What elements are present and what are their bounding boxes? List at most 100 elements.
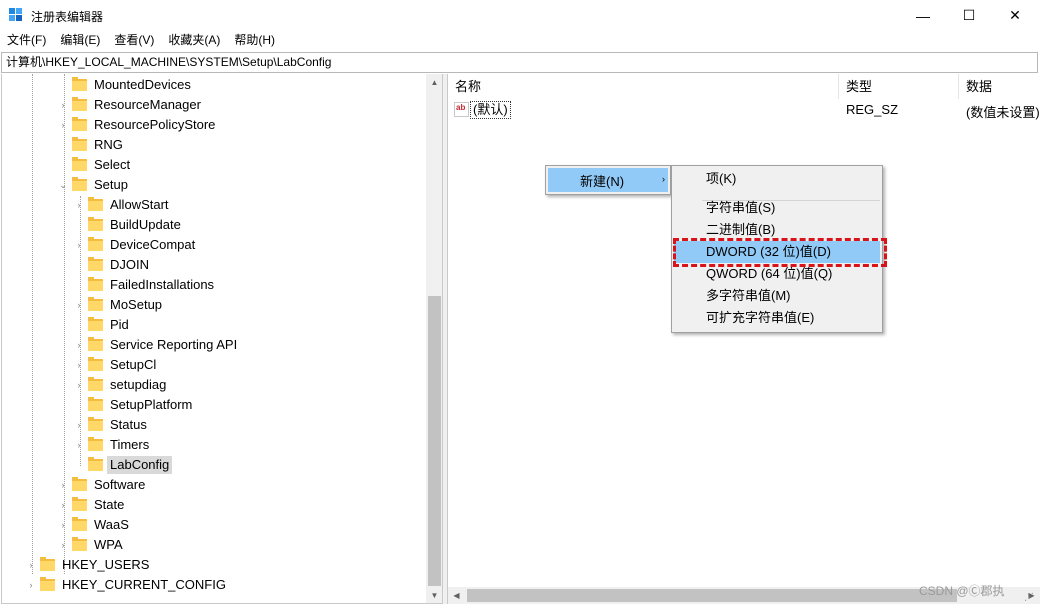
resize-grip-icon[interactable]: ⋰ bbox=[1024, 592, 1034, 603]
tree-item[interactable]: › ResourcePolicyStore bbox=[56, 115, 218, 135]
expand-chevron-icon[interactable]: › bbox=[72, 200, 86, 210]
tree-item[interactable]: Pid bbox=[72, 315, 132, 335]
scrollbar-thumb[interactable] bbox=[467, 589, 957, 602]
tree-item[interactable]: BuildUpdate bbox=[72, 215, 184, 235]
tree-item-label: WPA bbox=[94, 537, 123, 552]
menu-file[interactable]: 文件(F) bbox=[0, 31, 53, 52]
expand-chevron-icon[interactable]: › bbox=[72, 300, 86, 310]
tree-item[interactable]: › SetupCl bbox=[72, 355, 159, 375]
list-header: 名称 类型 数据 bbox=[448, 74, 1040, 99]
tree-item[interactable]: › Status bbox=[72, 415, 150, 435]
folder-icon bbox=[40, 557, 55, 571]
expand-chevron-icon[interactable]: › bbox=[56, 100, 70, 110]
expand-chevron-icon[interactable]: › bbox=[56, 500, 70, 510]
submenu-item-key[interactable]: 项(K) bbox=[674, 168, 880, 190]
collapse-chevron-icon[interactable]: ⌄ bbox=[56, 180, 70, 191]
tree-item[interactable]: › WPA bbox=[56, 535, 126, 555]
folder-icon bbox=[88, 297, 103, 311]
expand-chevron-icon[interactable]: › bbox=[56, 520, 70, 530]
tree-item[interactable]: DJOIN bbox=[72, 255, 152, 275]
values-list: 名称 类型 数据 ab (默认) REG_SZ (数值未设置) ◀ ▶ bbox=[447, 74, 1040, 604]
expand-chevron-icon[interactable]: › bbox=[72, 360, 86, 370]
tree-item[interactable]: › State bbox=[56, 495, 127, 515]
close-button[interactable]: ✕ bbox=[992, 0, 1038, 31]
tree-item-label: ResourceManager bbox=[94, 97, 201, 112]
scroll-down-arrow-icon[interactable]: ▼ bbox=[426, 587, 442, 603]
tree-vertical-scrollbar[interactable]: ▲ ▼ bbox=[426, 74, 442, 603]
tree-item[interactable]: › Service Reporting API bbox=[72, 335, 240, 355]
expand-chevron-icon[interactable]: › bbox=[72, 240, 86, 250]
folder-icon bbox=[72, 537, 87, 551]
menu-help[interactable]: 帮助(H) bbox=[227, 31, 282, 52]
submenu-item-expandable-string-value[interactable]: 可扩充字符串值(E) bbox=[674, 307, 880, 329]
folder-icon bbox=[72, 137, 87, 151]
tree-item[interactable]: › HKEY_CURRENT_CONFIG bbox=[24, 575, 229, 595]
value-name: (默认) bbox=[470, 101, 511, 119]
tree-item[interactable]: › Software bbox=[56, 475, 148, 495]
value-type: REG_SZ bbox=[846, 102, 899, 117]
tree-item[interactable]: MountedDevices bbox=[56, 75, 194, 95]
tree-item[interactable]: › AllowStart bbox=[72, 195, 172, 215]
column-header-type[interactable]: 类型 bbox=[839, 74, 959, 99]
scroll-up-arrow-icon[interactable]: ▲ bbox=[426, 74, 442, 91]
tree-item[interactable]: RNG bbox=[56, 135, 126, 155]
folder-icon bbox=[88, 317, 103, 331]
folder-icon bbox=[72, 157, 87, 171]
tree-item[interactable]: › ResourceManager bbox=[56, 95, 204, 115]
tree-item[interactable]: › setupdiag bbox=[72, 375, 169, 395]
menu-view[interactable]: 查看(V) bbox=[107, 31, 161, 52]
maximize-button[interactable]: ☐ bbox=[946, 0, 992, 31]
address-bar[interactable]: 计算机\HKEY_LOCAL_MACHINE\SYSTEM\Setup\LabC… bbox=[1, 52, 1038, 73]
expand-chevron-icon[interactable]: › bbox=[24, 580, 38, 590]
folder-icon bbox=[72, 97, 87, 111]
title-bar: 注册表编辑器 — ☐ ✕ bbox=[0, 0, 1040, 31]
tree-item[interactable]: Select bbox=[56, 155, 133, 175]
submenu-item-multi-string-value[interactable]: 多字符串值(M) bbox=[674, 285, 880, 307]
minimize-icon: — bbox=[916, 7, 930, 24]
tree-item-labconfig[interactable]: LabConfig bbox=[72, 455, 173, 475]
tree-item[interactable]: › DeviceCompat bbox=[72, 235, 198, 255]
tree-item-setup[interactable]: ⌄ Setup bbox=[56, 175, 131, 195]
folder-icon bbox=[88, 237, 103, 251]
menu-item-label: 新建(N) bbox=[580, 173, 625, 189]
value-row[interactable]: ab (默认) REG_SZ (数值未设置) bbox=[448, 100, 1040, 120]
minimize-button[interactable]: — bbox=[900, 0, 946, 31]
folder-icon bbox=[72, 177, 87, 191]
tree-item-label: DJOIN bbox=[110, 257, 149, 272]
menu-item-new[interactable]: 新建(N) › bbox=[548, 168, 668, 192]
tree-item[interactable]: SetupPlatform bbox=[72, 395, 195, 415]
expand-chevron-icon[interactable]: › bbox=[24, 560, 38, 570]
scroll-left-arrow-icon[interactable]: ◀ bbox=[448, 587, 465, 604]
watermark: CSDN @Ⓒ郡执 bbox=[919, 584, 1005, 598]
tree-item[interactable]: › WaaS bbox=[56, 515, 132, 535]
tree-item[interactable]: › Timers bbox=[72, 435, 152, 455]
column-header-name[interactable]: 名称 bbox=[448, 74, 839, 99]
tree-item[interactable]: FailedInstallations bbox=[72, 275, 217, 295]
window-title: 注册表编辑器 bbox=[31, 10, 104, 24]
tree-item-label: MoSetup bbox=[110, 297, 163, 312]
folder-icon bbox=[72, 477, 87, 491]
tree-item-label: HKEY_CURRENT_CONFIG bbox=[62, 577, 226, 592]
column-header-data[interactable]: 数据 bbox=[959, 74, 1040, 99]
menu-favorites[interactable]: 收藏夹(A) bbox=[161, 31, 227, 52]
tree-item-label: BuildUpdate bbox=[110, 217, 181, 232]
tree-item-label: Software bbox=[94, 477, 146, 492]
expand-chevron-icon[interactable]: › bbox=[56, 120, 70, 130]
expand-chevron-icon[interactable]: › bbox=[72, 440, 86, 450]
tree-item[interactable]: › HKEY_USERS bbox=[24, 555, 152, 575]
submenu-item-string-value[interactable]: 字符串值(S) bbox=[674, 197, 880, 219]
expand-chevron-icon[interactable]: › bbox=[72, 380, 86, 390]
folder-icon bbox=[88, 417, 103, 431]
expand-chevron-icon[interactable]: › bbox=[56, 540, 70, 550]
menu-edit[interactable]: 编辑(E) bbox=[53, 31, 107, 52]
folder-icon bbox=[88, 377, 103, 391]
tree-item-label: Service Reporting API bbox=[110, 337, 238, 352]
tree-item-label: Status bbox=[110, 417, 147, 432]
tree-item-label: LabConfig bbox=[107, 456, 173, 474]
expand-chevron-icon[interactable]: › bbox=[56, 480, 70, 490]
tree-item[interactable]: › MoSetup bbox=[72, 295, 165, 315]
scrollbar-thumb[interactable] bbox=[428, 296, 441, 586]
expand-chevron-icon[interactable]: › bbox=[72, 340, 86, 350]
expand-chevron-icon[interactable]: › bbox=[72, 420, 86, 430]
folder-icon bbox=[88, 357, 103, 371]
